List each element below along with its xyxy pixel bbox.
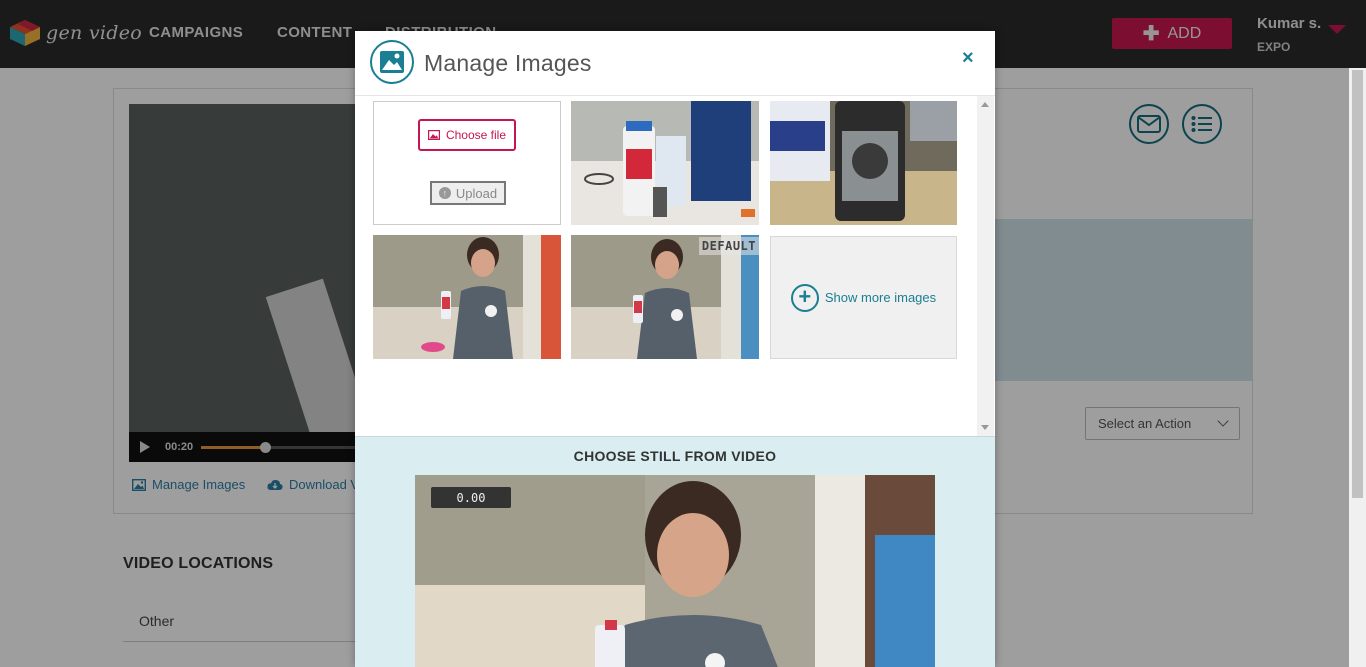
gallery-thumbnail[interactable] xyxy=(373,235,561,359)
choose-file-button[interactable]: Choose file xyxy=(418,119,516,151)
scroll-up-arrow-icon[interactable] xyxy=(981,102,989,107)
modal-header: Manage Images × xyxy=(355,31,995,96)
scroll-down-arrow-icon[interactable] xyxy=(981,425,989,430)
close-icon[interactable]: × xyxy=(962,47,974,70)
gallery-scrollbar[interactable] xyxy=(977,96,994,436)
page-scrollbar[interactable] xyxy=(1349,68,1366,667)
image-gallery: Choose file ↑ Upload DEFAULT + Show more… xyxy=(355,96,995,436)
thumbnail-image xyxy=(571,101,759,225)
gallery-thumbnail-default[interactable]: DEFAULT xyxy=(571,235,759,359)
plus-circle-icon: + xyxy=(790,283,819,312)
gallery-thumbnail[interactable] xyxy=(770,101,958,225)
image-icon xyxy=(427,130,440,140)
page-scrollbar-thumb[interactable] xyxy=(1352,70,1363,498)
modal-title: Manage Images xyxy=(424,50,592,76)
default-badge: DEFAULT xyxy=(698,237,759,255)
thumbnail-image xyxy=(373,235,561,359)
gallery-thumbnail[interactable] xyxy=(571,101,759,225)
choose-file-label: Choose file xyxy=(445,128,507,142)
upload-label: Upload xyxy=(455,185,498,201)
timecode: 0.00 xyxy=(431,487,511,508)
upload-box: Choose file ↑ Upload xyxy=(373,101,561,225)
choose-still-heading: CHOOSE STILL FROM VIDEO xyxy=(573,448,777,464)
show-more-images-button[interactable]: + Show more images xyxy=(770,236,957,359)
show-more-label: Show more images xyxy=(824,290,937,305)
upload-arrow-icon: ↑ xyxy=(438,187,451,199)
manage-images-modal: Manage Images × Choose file ↑ Upload DEF… xyxy=(355,31,995,667)
choose-still-section: CHOOSE STILL FROM VIDEO 0.00 xyxy=(355,436,995,667)
upload-button[interactable]: ↑ Upload xyxy=(430,181,506,205)
image-icon xyxy=(370,40,414,84)
still-video-frame[interactable]: 0.00 xyxy=(415,475,935,667)
thumbnail-image xyxy=(770,101,957,225)
